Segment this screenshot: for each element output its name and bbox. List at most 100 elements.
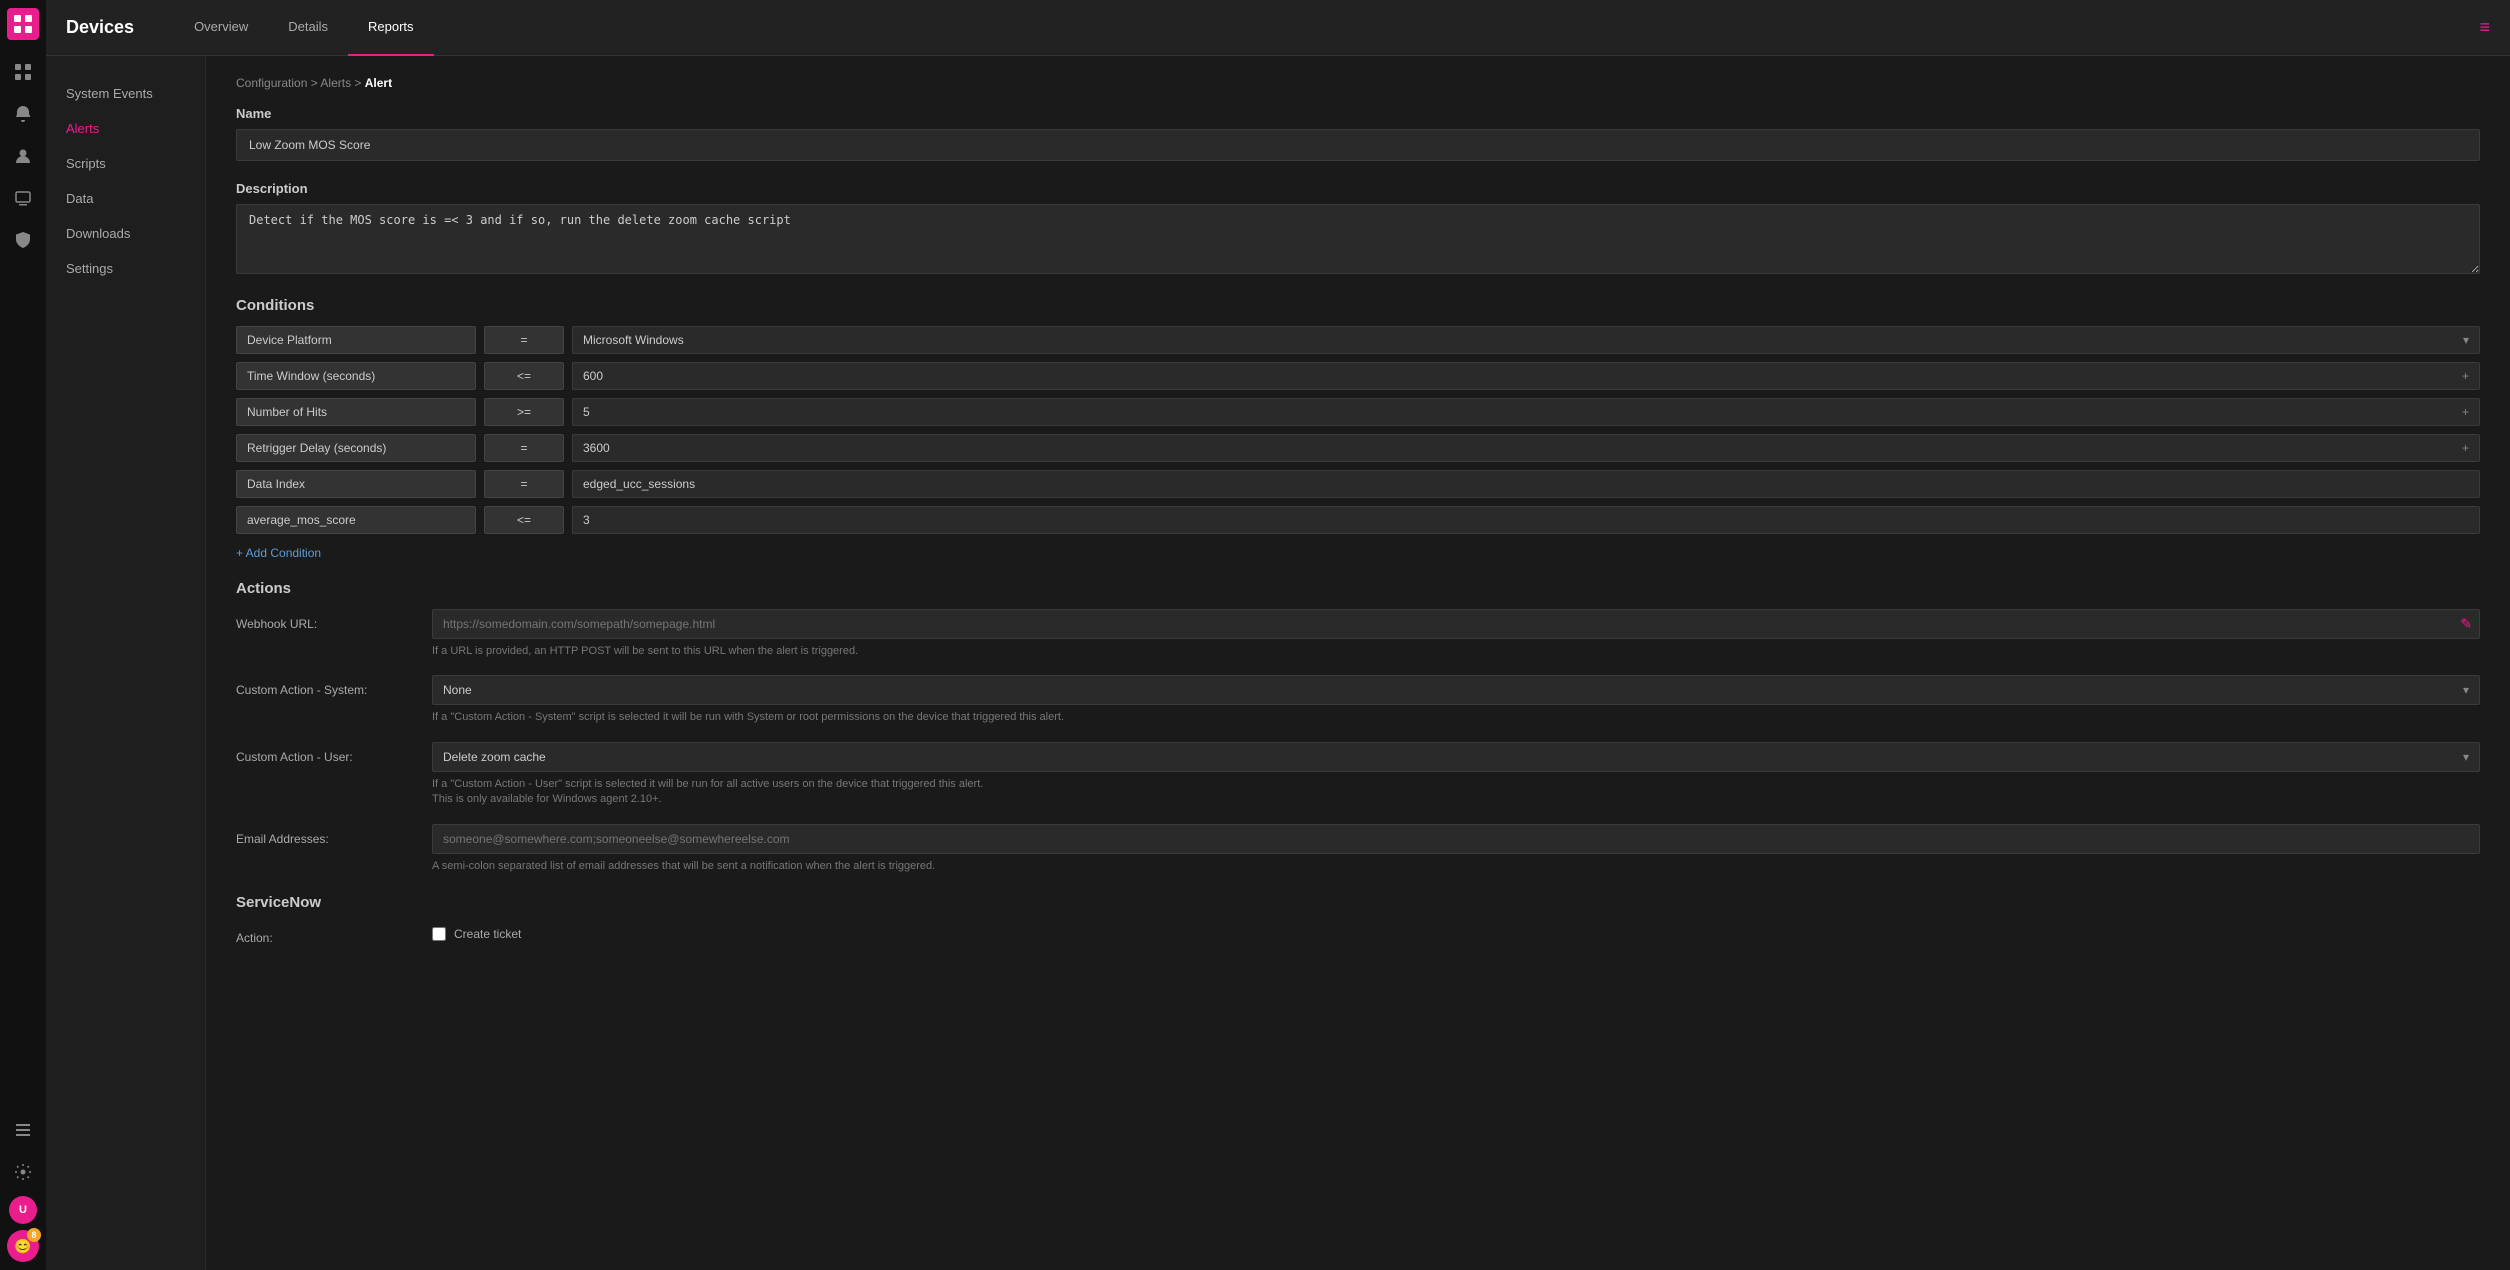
badge-count: 8 <box>27 1228 41 1242</box>
conditions-title: Conditions <box>236 297 2480 314</box>
email-row: Email Addresses: A semi-colon separated … <box>236 824 2480 874</box>
nav-bar: U 😊 8 <box>0 0 46 1270</box>
actions-section: Actions Webhook URL: ✎ If a URL is provi… <box>236 580 2480 874</box>
email-content: A semi-colon separated list of email add… <box>432 824 2480 874</box>
sidebar: System Events Alerts Scripts Data Downlo… <box>46 56 206 1270</box>
condition-field-3: Retrigger Delay (seconds) <box>236 434 476 462</box>
condition-value-3: 3600 + <box>572 434 2480 462</box>
condition-row-3: Retrigger Delay (seconds) = 3600 + <box>236 434 2480 462</box>
condition-value-1: 600 + <box>572 362 2480 390</box>
breadcrumb-path: Configuration > Alerts > <box>236 76 365 90</box>
condition-value-text-0: Microsoft Windows <box>583 333 684 347</box>
webhook-hint: If a URL is provided, an HTTP POST will … <box>432 644 2480 659</box>
condition-op-1: <= <box>484 362 564 390</box>
webhook-edit-icon: ✎ <box>2460 616 2472 633</box>
content-area: Configuration > Alerts > Alert Name Desc… <box>206 56 2510 1270</box>
condition-field-5: average_mos_score <box>236 506 476 534</box>
email-label: Email Addresses: <box>236 824 416 846</box>
add-condition-button[interactable]: + Add Condition <box>236 546 321 560</box>
custom-system-label: Custom Action - System: <box>236 675 416 697</box>
custom-system-arrow: ▾ <box>2463 683 2469 697</box>
nav-settings-icon[interactable] <box>5 1154 41 1190</box>
condition-row-0: Device Platform = Microsoft Windows ▾ <box>236 326 2480 354</box>
condition-value-2: 5 + <box>572 398 2480 426</box>
condition-op-5: <= <box>484 506 564 534</box>
nav-devices-icon[interactable] <box>5 180 41 216</box>
name-input[interactable] <box>236 129 2480 161</box>
condition-value-0[interactable]: Microsoft Windows ▾ <box>572 326 2480 354</box>
dropdown-arrow-0: ▾ <box>2463 333 2469 347</box>
condition-row-2: Number of Hits >= 5 + <box>236 398 2480 426</box>
email-input[interactable] <box>432 824 2480 854</box>
condition-row-5: average_mos_score <= 3 <box>236 506 2480 534</box>
sidebar-item-downloads[interactable]: Downloads <box>46 216 205 251</box>
servicenow-action-label: Action: <box>236 923 416 945</box>
condition-btn-2[interactable]: + <box>2462 405 2469 419</box>
condition-op-2: >= <box>484 398 564 426</box>
custom-system-select[interactable]: None ▾ <box>432 675 2480 705</box>
body-layout: System Events Alerts Scripts Data Downlo… <box>46 56 2510 1270</box>
condition-op-4: = <box>484 470 564 498</box>
webhook-input[interactable] <box>432 609 2480 639</box>
sidebar-item-scripts[interactable]: Scripts <box>46 146 205 181</box>
nav-overview[interactable]: Overview <box>174 0 268 56</box>
custom-user-row: Custom Action - User: Delete zoom cache … <box>236 742 2480 808</box>
nav-list-icon[interactable] <box>5 1112 41 1148</box>
condition-value-4: edged_ucc_sessions <box>572 470 2480 498</box>
create-ticket-label[interactable]: Create ticket <box>454 927 521 941</box>
main-container: Devices Overview Details Reports ≡ Syste… <box>46 0 2510 1270</box>
webhook-input-wrapper: ✎ <box>432 609 2480 639</box>
breadcrumb-current: Alert <box>365 76 392 90</box>
custom-user-value: Delete zoom cache <box>443 750 546 764</box>
actions-title: Actions <box>236 580 2480 597</box>
custom-user-select[interactable]: Delete zoom cache ▾ <box>432 742 2480 772</box>
page-title: Devices <box>66 17 134 38</box>
servicenow-section: ServiceNow Action: Create ticket <box>236 894 2480 945</box>
top-header: Devices Overview Details Reports ≡ <box>46 0 2510 56</box>
sidebar-item-settings[interactable]: Settings <box>46 251 205 286</box>
create-ticket-checkbox[interactable] <box>432 927 446 941</box>
create-ticket-row: Create ticket <box>432 927 2480 941</box>
servicenow-title: ServiceNow <box>236 894 2480 911</box>
app-logo <box>7 8 39 40</box>
hamburger-icon[interactable]: ≡ <box>2479 17 2490 38</box>
header-nav: Overview Details Reports <box>174 0 2479 56</box>
notification-badge[interactable]: 😊 8 <box>7 1230 39 1262</box>
breadcrumb: Configuration > Alerts > Alert <box>236 76 2480 90</box>
custom-user-label: Custom Action - User: <box>236 742 416 764</box>
custom-user-hint: If a "Custom Action - User" script is se… <box>432 777 2480 808</box>
condition-field-2: Number of Hits <box>236 398 476 426</box>
custom-system-content: None ▾ If a "Custom Action - System" scr… <box>432 675 2480 725</box>
webhook-row: Webhook URL: ✎ If a URL is provided, an … <box>236 609 2480 659</box>
conditions-section: Conditions Device Platform = Microsoft W… <box>236 297 2480 560</box>
custom-system-row: Custom Action - System: None ▾ If a "Cus… <box>236 675 2480 725</box>
nav-users-icon[interactable] <box>5 138 41 174</box>
sidebar-item-alerts[interactable]: Alerts <box>46 111 205 146</box>
nav-reports[interactable]: Reports <box>348 0 434 56</box>
name-group: Name <box>236 106 2480 161</box>
condition-btn-3[interactable]: + <box>2462 441 2469 455</box>
condition-field-4: Data Index <box>236 470 476 498</box>
nav-details[interactable]: Details <box>268 0 348 56</box>
custom-user-content: Delete zoom cache ▾ If a "Custom Action … <box>432 742 2480 808</box>
condition-btn-1[interactable]: + <box>2462 369 2469 383</box>
condition-row-1: Time Window (seconds) <= 600 + <box>236 362 2480 390</box>
nav-alerts-icon[interactable] <box>5 96 41 132</box>
condition-op-3: = <box>484 434 564 462</box>
description-group: Description Detect if the MOS score is =… <box>236 181 2480 277</box>
custom-user-arrow: ▾ <box>2463 750 2469 764</box>
sidebar-item-data[interactable]: Data <box>46 181 205 216</box>
nav-shield-icon[interactable] <box>5 222 41 258</box>
nav-dashboard-icon[interactable] <box>5 54 41 90</box>
custom-system-hint: If a "Custom Action - System" script is … <box>432 710 2480 725</box>
servicenow-action-row: Action: Create ticket <box>236 923 2480 945</box>
header-right: ≡ <box>2479 17 2490 38</box>
email-hint: A semi-colon separated list of email add… <box>432 859 2480 874</box>
description-textarea[interactable]: Detect if the MOS score is =< 3 and if s… <box>236 204 2480 274</box>
sidebar-item-system-events[interactable]: System Events <box>46 76 205 111</box>
custom-system-value: None <box>443 683 472 697</box>
condition-field-1: Time Window (seconds) <box>236 362 476 390</box>
webhook-label: Webhook URL: <box>236 609 416 631</box>
servicenow-action-content: Create ticket <box>432 923 2480 941</box>
user-avatar[interactable]: U <box>9 1196 37 1224</box>
